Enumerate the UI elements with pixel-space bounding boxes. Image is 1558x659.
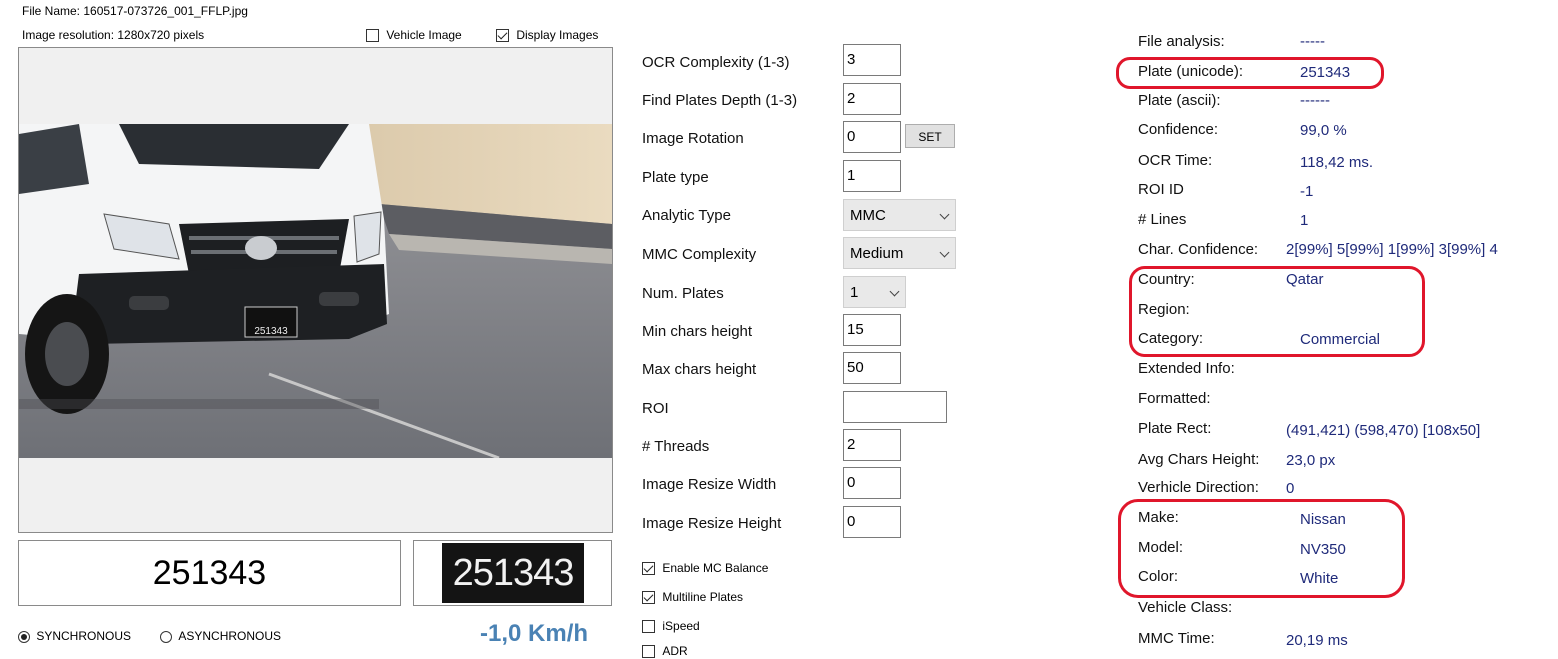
avg-chars-height-value: 23,0 px <box>1286 452 1336 469</box>
analytic-type-select[interactable]: MMC <box>843 199 956 231</box>
plate-thumbnail-panel: 251343 <box>413 540 612 606</box>
resize-height-label: Image Resize Height <box>642 515 782 532</box>
formatted-label: Formatted: <box>1138 390 1211 407</box>
min-chars-height-input[interactable]: 15 <box>843 314 901 346</box>
speed-readout: -1,0 Km/h <box>480 620 589 647</box>
roi-input[interactable] <box>843 391 947 423</box>
display-images-checkbox-box[interactable] <box>496 29 509 43</box>
image-resolution-label: Image resolution: 1280x720 pixels <box>22 28 205 42</box>
extended-info-label: Extended Info: <box>1138 360 1235 377</box>
ispeed-box[interactable] <box>642 620 655 634</box>
confidence-label: Confidence: <box>1138 121 1219 138</box>
vehicle-image-checkbox-box[interactable] <box>366 29 379 43</box>
plate-thumbnail-text: 251343 <box>452 551 575 594</box>
adr-checkbox[interactable]: ADR <box>642 644 688 659</box>
synchronous-radio-dot[interactable] <box>18 630 30 643</box>
max-chars-height-input[interactable]: 50 <box>843 352 901 384</box>
adr-box[interactable] <box>642 645 655 659</box>
vehicle-highlight-annotation <box>1118 499 1405 598</box>
synchronous-radio[interactable]: SYNCHRONOUS <box>18 629 131 643</box>
image-rotation-label: Image Rotation <box>642 130 744 147</box>
confidence-value: 99,0 % <box>1300 122 1347 139</box>
vehicle-image-label: Vehicle Image <box>386 28 462 42</box>
find-plates-depth-label: Find Plates Depth (1-3) <box>642 92 798 109</box>
analytic-type-value: MMC <box>850 207 886 224</box>
vehicle-class-label: Vehicle Class: <box>1138 599 1233 616</box>
plate-rect-label: Plate Rect: <box>1138 420 1212 437</box>
plate-highlight-annotation <box>1116 57 1384 89</box>
plate-thumbnail: 251343 <box>442 543 584 603</box>
num-plates-select[interactable]: 1 <box>843 276 906 308</box>
set-rotation-button[interactable]: SET <box>905 124 955 148</box>
char-confidence-label: Char. Confidence: <box>1138 241 1259 258</box>
plate-type-label: Plate type <box>642 169 709 186</box>
num-plates-label: Num. Plates <box>642 285 724 302</box>
multiline-plates-checkbox[interactable]: Multiline Plates <box>642 590 744 605</box>
num-plates-value: 1 <box>850 284 859 301</box>
analytic-type-label: Analytic Type <box>642 207 731 224</box>
asynchronous-radio-dot[interactable] <box>160 630 172 643</box>
multiline-plates-box[interactable] <box>642 591 655 605</box>
ocr-complexity-input[interactable]: 3 <box>843 44 901 76</box>
roi-label: ROI <box>642 400 669 417</box>
vehicle-image-checkbox[interactable]: Vehicle Image <box>366 28 462 43</box>
asynchronous-radio[interactable]: ASYNCHRONOUS <box>160 629 281 643</box>
resize-height-input[interactable]: 0 <box>843 506 901 538</box>
vehicle-image-panel: 251343 <box>18 47 613 533</box>
vehicle-photo: 251343 <box>19 124 612 458</box>
photo-plate-text: 251343 <box>254 326 288 337</box>
lines-value: 1 <box>1300 212 1309 229</box>
synchronous-label: SYNCHRONOUS <box>36 629 132 643</box>
display-images-label: Display Images <box>516 28 599 42</box>
mmc-time-label: MMC Time: <box>1138 630 1215 647</box>
vehicle-direction-value: 0 <box>1286 480 1295 497</box>
min-chars-height-label: Min chars height <box>642 323 753 340</box>
lines-label: # Lines <box>1138 211 1187 228</box>
vehicle-photo-drawing: 251343 <box>19 124 612 458</box>
ocr-time-label: OCR Time: <box>1138 152 1213 169</box>
threads-label: # Threads <box>642 438 710 455</box>
file-name-label: File Name: 160517-073726_001_FFLP.jpg <box>22 4 248 18</box>
location-highlight-annotation <box>1129 266 1425 357</box>
recognized-plate-text: 251343 <box>152 553 267 592</box>
plate-ascii-value: ------ <box>1300 92 1330 109</box>
plate-ascii-label: Plate (ascii): <box>1138 92 1221 109</box>
mmc-complexity-value: Medium <box>850 245 904 262</box>
asynchronous-label: ASYNCHRONOUS <box>178 629 282 643</box>
mmc-time-value: 20,19 ms <box>1286 632 1348 649</box>
multiline-plates-label: Multiline Plates <box>662 590 744 604</box>
ocr-complexity-label: OCR Complexity (1-3) <box>642 54 790 71</box>
plate-rect-value: (491,421) (598,470) [108x50] <box>1286 422 1481 439</box>
enable-mc-balance-box[interactable] <box>642 562 655 576</box>
roi-id-value: -1 <box>1300 183 1314 200</box>
enable-mc-balance-label: Enable MC Balance <box>662 561 769 575</box>
avg-chars-height-label: Avg Chars Height: <box>1138 451 1260 468</box>
chevron-down-icon <box>939 209 950 220</box>
chevron-down-icon <box>889 286 900 297</box>
ocr-time-value: 118,42 ms. <box>1300 154 1374 171</box>
chevron-down-icon <box>939 247 950 258</box>
ispeed-label: iSpeed <box>662 619 700 633</box>
file-analysis-label: File analysis: <box>1138 33 1225 50</box>
mmc-complexity-select[interactable]: Medium <box>843 237 956 269</box>
vehicle-direction-label: Verhicle Direction: <box>1138 479 1259 496</box>
file-analysis-value: ----- <box>1300 33 1325 50</box>
resize-width-input[interactable]: 0 <box>843 467 901 499</box>
max-chars-height-label: Max chars height <box>642 361 757 378</box>
adr-label: ADR <box>662 644 688 658</box>
roi-id-label: ROI ID <box>1138 181 1184 198</box>
mmc-complexity-label: MMC Complexity <box>642 246 757 263</box>
image-rotation-input[interactable]: 0 <box>843 121 901 153</box>
recognized-plate-box: 251343 <box>18 540 401 606</box>
char-confidence-value: 2[99%] 5[99%] 1[99%] 3[99%] 4 <box>1286 241 1498 258</box>
plate-type-input[interactable]: 1 <box>843 160 901 192</box>
enable-mc-balance-checkbox[interactable]: Enable MC Balance <box>642 561 769 576</box>
resize-width-label: Image Resize Width <box>642 476 777 493</box>
display-images-checkbox[interactable]: Display Images <box>496 28 599 43</box>
find-plates-depth-input[interactable]: 2 <box>843 83 901 115</box>
ispeed-checkbox[interactable]: iSpeed <box>642 619 700 634</box>
threads-input[interactable]: 2 <box>843 429 901 461</box>
